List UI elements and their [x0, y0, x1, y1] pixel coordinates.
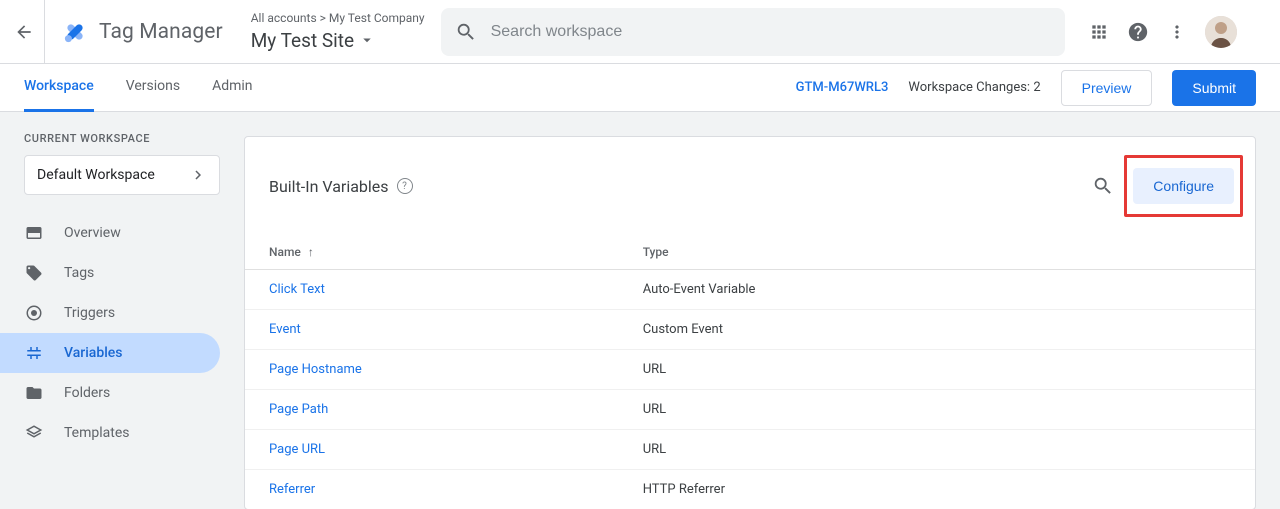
breadcrumb[interactable]: All accounts > My Test Company: [251, 11, 425, 27]
credit-card-icon: [24, 223, 44, 243]
help-icon[interactable]: [1127, 21, 1149, 43]
variable-type: Auto-Event Variable: [619, 270, 1255, 310]
tab-workspace[interactable]: Workspace: [24, 64, 94, 112]
tab-versions[interactable]: Versions: [126, 64, 180, 112]
sidebar-item-tags[interactable]: Tags: [0, 253, 220, 293]
workspace-changes: Workspace Changes: 2: [908, 80, 1040, 95]
container-dropdown[interactable]: My Test Site: [251, 29, 425, 52]
more-vert-icon[interactable]: [1167, 22, 1187, 42]
submit-button[interactable]: Submit: [1172, 70, 1256, 106]
container-id-link[interactable]: GTM-M67WRL3: [796, 80, 889, 95]
variable-type: Custom Event: [619, 310, 1255, 350]
variable-name[interactable]: Referrer: [245, 470, 619, 509]
variable-name[interactable]: Page Path: [245, 390, 619, 430]
target-icon: [24, 303, 44, 323]
sidebar-item-triggers[interactable]: Triggers: [0, 293, 220, 333]
brand-title: Tag Manager: [99, 20, 223, 44]
template-icon: [24, 423, 44, 443]
variable-type: HTTP Referrer: [619, 470, 1255, 509]
current-workspace-label: CURRENT WORKSPACE: [0, 132, 244, 155]
table-row[interactable]: Page HostnameURL: [245, 350, 1255, 390]
table-row[interactable]: ReferrerHTTP Referrer: [245, 470, 1255, 509]
column-type[interactable]: Type: [619, 235, 1255, 270]
sidebar-item-label: Templates: [64, 425, 130, 441]
preview-button[interactable]: Preview: [1061, 70, 1153, 106]
sidebar-item-label: Tags: [64, 265, 94, 281]
breadcrumb-account[interactable]: My Test Company: [329, 11, 425, 25]
built-in-variables-title: Built-In Variables: [269, 177, 389, 196]
sidebar-item-label: Variables: [64, 345, 122, 361]
search-icon: [455, 21, 477, 43]
variable-icon: [24, 343, 44, 363]
configure-button[interactable]: Configure: [1133, 168, 1234, 204]
table-row[interactable]: EventCustom Event: [245, 310, 1255, 350]
sort-asc-icon: ↑: [308, 245, 314, 259]
table-row[interactable]: Page URLURL: [245, 430, 1255, 470]
sidebar-item-label: Folders: [64, 385, 110, 401]
apps-icon[interactable]: [1089, 22, 1109, 42]
search-input[interactable]: [491, 23, 1051, 41]
variable-name[interactable]: Page URL: [245, 430, 619, 470]
column-name[interactable]: Name ↑: [245, 235, 619, 270]
tag-icon: [24, 263, 44, 283]
chevron-down-icon: [358, 31, 376, 49]
sidebar-item-label: Overview: [64, 225, 121, 241]
sidebar-item-label: Triggers: [64, 305, 115, 321]
search-box[interactable]: [441, 8, 1065, 56]
variable-type: URL: [619, 430, 1255, 470]
divider: [44, 0, 45, 64]
help-circle-icon[interactable]: ?: [397, 178, 413, 194]
configure-highlight: Configure: [1124, 155, 1243, 217]
search-variables-icon[interactable]: [1092, 175, 1114, 197]
tab-admin[interactable]: Admin: [212, 64, 252, 112]
variable-type: URL: [619, 350, 1255, 390]
sidebar-item-templates[interactable]: Templates: [0, 413, 220, 453]
breadcrumb-accounts[interactable]: All accounts: [251, 11, 317, 25]
avatar[interactable]: [1205, 16, 1237, 48]
workspace-name: Default Workspace: [37, 167, 155, 183]
table-row[interactable]: Click TextAuto-Event Variable: [245, 270, 1255, 310]
sidebar-item-overview[interactable]: Overview: [0, 213, 220, 253]
variable-name[interactable]: Page Hostname: [245, 350, 619, 390]
variable-type: URL: [619, 390, 1255, 430]
chevron-right-icon: [189, 166, 207, 184]
sidebar-item-variables[interactable]: Variables: [0, 333, 220, 373]
workspace-dropdown[interactable]: Default Workspace: [24, 155, 220, 195]
back-button[interactable]: [12, 20, 36, 44]
sidebar-item-folders[interactable]: Folders: [0, 373, 220, 413]
variable-name[interactable]: Click Text: [245, 270, 619, 310]
table-row[interactable]: Page PathURL: [245, 390, 1255, 430]
folder-icon: [24, 383, 44, 403]
variable-name[interactable]: Event: [245, 310, 619, 350]
container-name: My Test Site: [251, 29, 354, 52]
tag-manager-logo-icon: [61, 18, 89, 46]
